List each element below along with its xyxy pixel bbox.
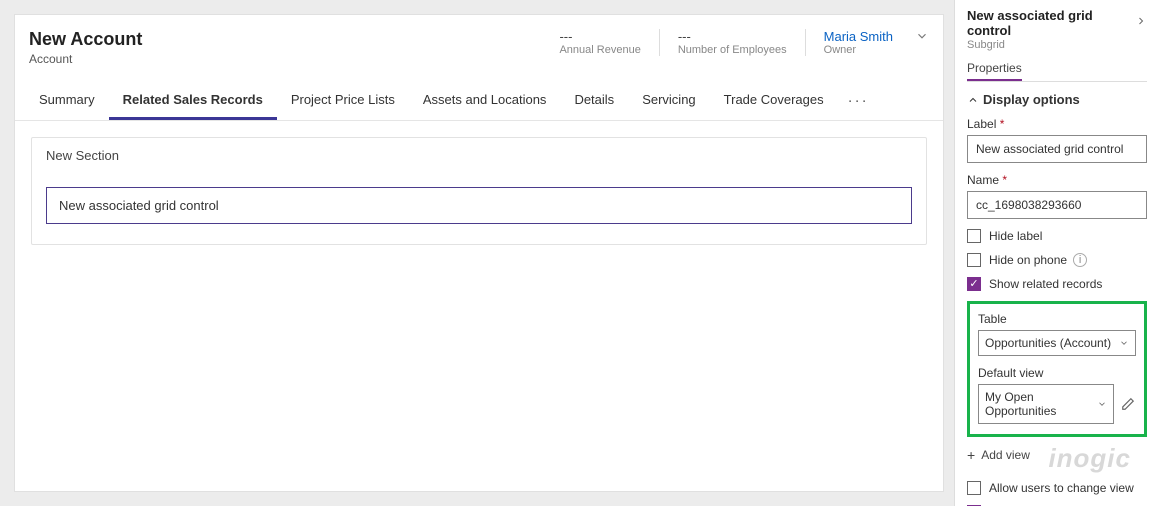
properties-panel: New associated grid control Subgrid Prop… bbox=[954, 0, 1159, 506]
stat-label: Annual Revenue bbox=[559, 44, 640, 56]
stat-label: Number of Employees bbox=[678, 44, 787, 56]
page-title: New Account bbox=[29, 29, 142, 50]
table-field-label: Table bbox=[978, 312, 1136, 326]
tab-related-sales[interactable]: Related Sales Records bbox=[109, 82, 277, 120]
label-field-label: Label bbox=[967, 117, 1147, 131]
show-related-records-checkbox[interactable]: Show related records bbox=[967, 277, 1147, 291]
checkbox-label: Allow users to change view bbox=[989, 481, 1134, 495]
stat-num-employees: --- Number of Employees bbox=[659, 29, 805, 56]
checkbox-label: Hide on phone bbox=[989, 253, 1067, 267]
tab-overflow-button[interactable]: ··· bbox=[838, 82, 879, 120]
stat-value: --- bbox=[559, 29, 640, 44]
highlighted-section: Table Opportunities (Account) Default vi… bbox=[967, 301, 1147, 437]
tab-details[interactable]: Details bbox=[560, 82, 628, 120]
chevron-up-icon bbox=[967, 94, 979, 106]
name-field-label: Name bbox=[967, 173, 1147, 187]
checkbox-icon bbox=[967, 229, 981, 243]
tab-summary[interactable]: Summary bbox=[25, 82, 109, 120]
stat-owner: Maria Smith Owner bbox=[805, 29, 911, 56]
title-block: New Account Account bbox=[29, 29, 142, 66]
checkbox-icon bbox=[967, 277, 981, 291]
chevron-right-icon[interactable] bbox=[1135, 14, 1147, 32]
default-view-field-label: Default view bbox=[978, 366, 1136, 380]
chevron-down-icon bbox=[1119, 338, 1129, 348]
hide-on-phone-checkbox[interactable]: Hide on phone i bbox=[967, 253, 1147, 267]
default-view-select[interactable]: My Open Opportunities bbox=[978, 384, 1114, 424]
owner-link[interactable]: Maria Smith bbox=[824, 29, 893, 44]
info-icon[interactable]: i bbox=[1073, 253, 1087, 267]
stat-annual-revenue: --- Annual Revenue bbox=[541, 29, 658, 56]
edit-view-button[interactable] bbox=[1120, 396, 1136, 412]
plus-icon: + bbox=[967, 447, 975, 463]
checkbox-label: Show related records bbox=[989, 277, 1102, 291]
main-form-area: New Account Account --- Annual Revenue -… bbox=[14, 14, 944, 492]
tab-project-price-lists[interactable]: Project Price Lists bbox=[277, 82, 409, 120]
chevron-down-icon bbox=[1097, 399, 1107, 409]
checkbox-label: Hide label bbox=[989, 229, 1042, 243]
form-header: New Account Account --- Annual Revenue -… bbox=[15, 15, 943, 72]
name-input[interactable] bbox=[967, 191, 1147, 219]
add-view-button[interactable]: + Add view bbox=[967, 447, 1147, 463]
chevron-down-icon[interactable] bbox=[915, 29, 929, 46]
panel-title: New associated grid control bbox=[967, 8, 1135, 38]
tab-assets-locations[interactable]: Assets and Locations bbox=[409, 82, 561, 120]
allow-change-view-checkbox[interactable]: Allow users to change view bbox=[967, 481, 1147, 495]
section-title: New Section bbox=[32, 138, 926, 173]
stat-value: --- bbox=[678, 29, 787, 44]
select-value: My Open Opportunities bbox=[985, 390, 1097, 418]
header-stats: --- Annual Revenue --- Number of Employe… bbox=[541, 29, 929, 66]
associated-grid-control[interactable]: New associated grid control bbox=[46, 187, 912, 224]
form-section: New Section New associated grid control bbox=[31, 137, 927, 245]
tab-properties[interactable]: Properties bbox=[967, 61, 1022, 81]
panel-subtitle: Subgrid bbox=[967, 39, 1147, 51]
entity-name: Account bbox=[29, 52, 142, 66]
table-select[interactable]: Opportunities (Account) bbox=[978, 330, 1136, 356]
checkbox-icon bbox=[967, 481, 981, 495]
hide-label-checkbox[interactable]: Hide label bbox=[967, 229, 1147, 243]
pencil-icon bbox=[1121, 397, 1135, 411]
tab-servicing[interactable]: Servicing bbox=[628, 82, 709, 120]
form-content: New Section New associated grid control bbox=[15, 121, 943, 261]
panel-tabs: Properties bbox=[967, 61, 1147, 82]
checkbox-icon bbox=[967, 253, 981, 267]
add-view-label: Add view bbox=[981, 448, 1030, 462]
tab-trade-coverages[interactable]: Trade Coverages bbox=[710, 82, 838, 120]
display-options-header[interactable]: Display options bbox=[967, 92, 1147, 107]
form-tabs: Summary Related Sales Records Project Pr… bbox=[15, 82, 943, 121]
select-value: Opportunities (Account) bbox=[985, 336, 1119, 350]
group-label: Display options bbox=[983, 92, 1080, 107]
stat-label: Owner bbox=[824, 44, 893, 56]
label-input[interactable] bbox=[967, 135, 1147, 163]
